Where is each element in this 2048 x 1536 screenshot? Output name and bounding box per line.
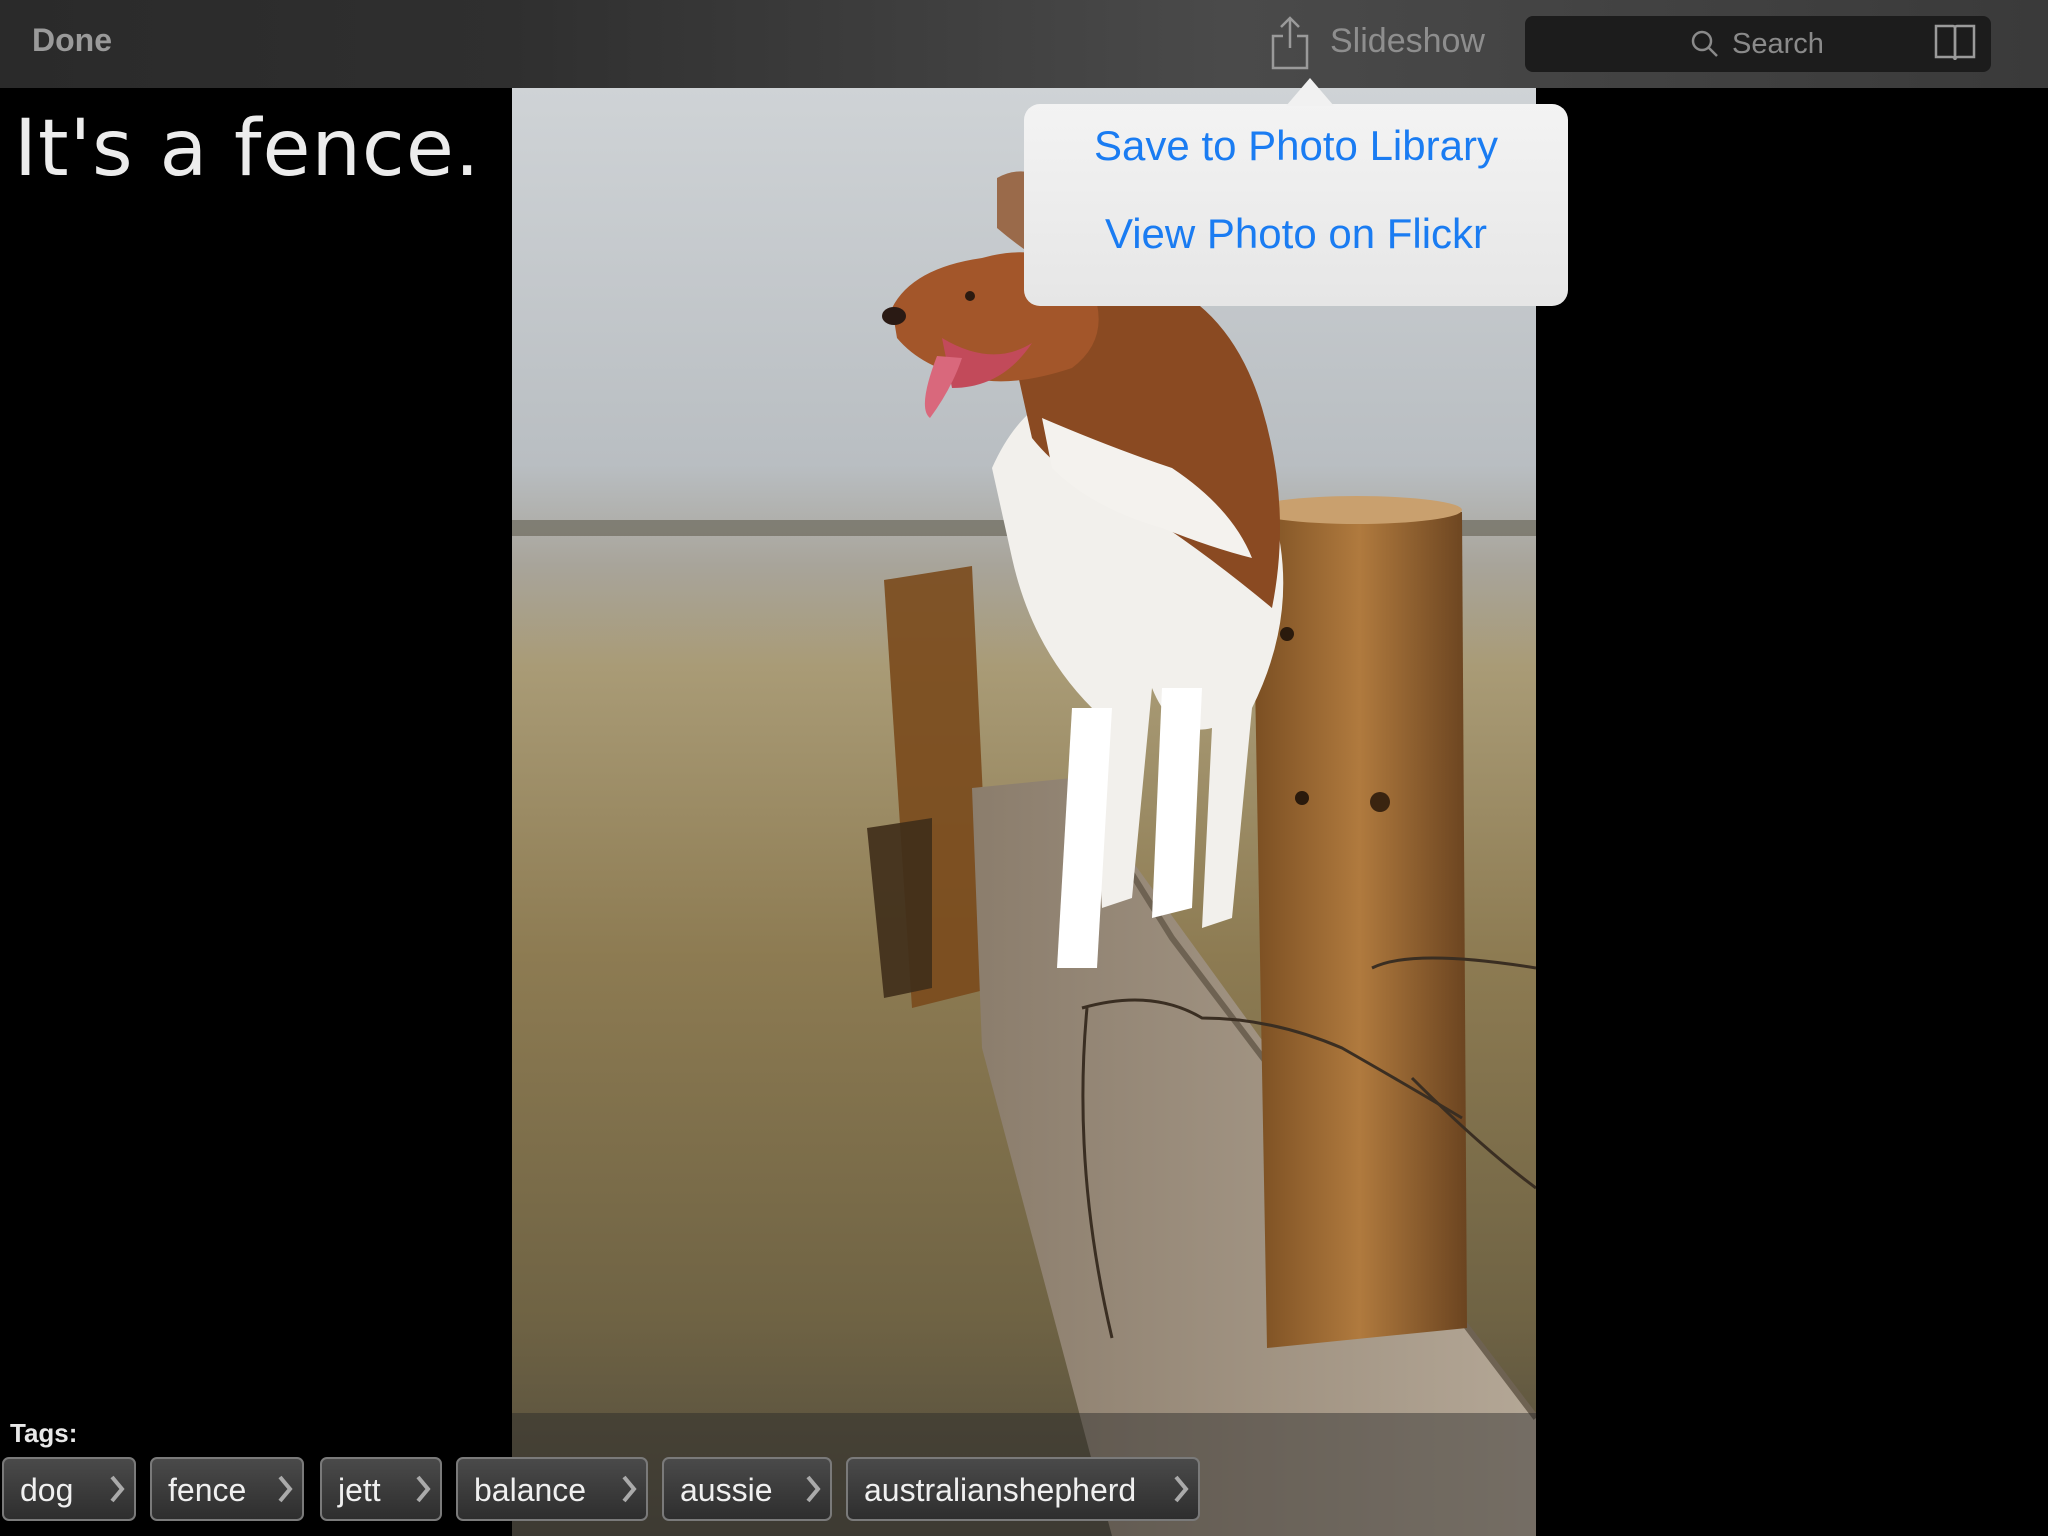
done-button[interactable]: Done xyxy=(32,22,112,59)
share-popover-menu: Save to Photo Library View Photo on Flic… xyxy=(1024,78,1568,306)
tag-dog[interactable]: dog xyxy=(2,1457,136,1521)
save-to-photo-library-button[interactable]: Save to Photo Library xyxy=(1024,122,1568,170)
top-toolbar: Done Slideshow Search xyxy=(0,0,2048,88)
view-photo-on-flickr-button[interactable]: View Photo on Flickr xyxy=(1024,210,1568,258)
tag-label: jett xyxy=(338,1472,381,1508)
chevron-right-icon xyxy=(620,1473,638,1505)
chevron-right-icon xyxy=(414,1473,432,1505)
search-placeholder: Search xyxy=(1732,28,1824,60)
popover-arrow xyxy=(1286,78,1334,106)
chevron-right-icon xyxy=(276,1473,294,1505)
chevron-right-icon xyxy=(804,1473,822,1505)
tag-label: fence xyxy=(168,1472,247,1508)
chevron-right-icon xyxy=(108,1473,126,1505)
search-icon xyxy=(1690,29,1720,59)
tag-label: dog xyxy=(20,1472,74,1508)
share-icon[interactable] xyxy=(1270,16,1310,70)
tag-aussie[interactable]: aussie xyxy=(662,1457,832,1521)
tag-jett[interactable]: jett xyxy=(320,1457,442,1521)
chevron-right-icon xyxy=(1172,1473,1190,1505)
slideshow-button[interactable]: Slideshow xyxy=(1330,22,1485,61)
photo-caption: It's a fence. xyxy=(14,104,481,194)
book-icon[interactable] xyxy=(1934,24,1976,62)
tag-balance[interactable]: balance xyxy=(456,1457,648,1521)
tag-fence[interactable]: fence xyxy=(150,1457,304,1521)
tag-label: australianshepherd xyxy=(864,1472,1137,1508)
tag-label: balance xyxy=(474,1472,587,1508)
tags-label: Tags: xyxy=(10,1418,78,1448)
tag-label: aussie xyxy=(680,1472,773,1508)
tag-australianshepherd[interactable]: australianshepherd xyxy=(846,1457,1200,1521)
search-input[interactable]: Search xyxy=(1525,16,1991,72)
